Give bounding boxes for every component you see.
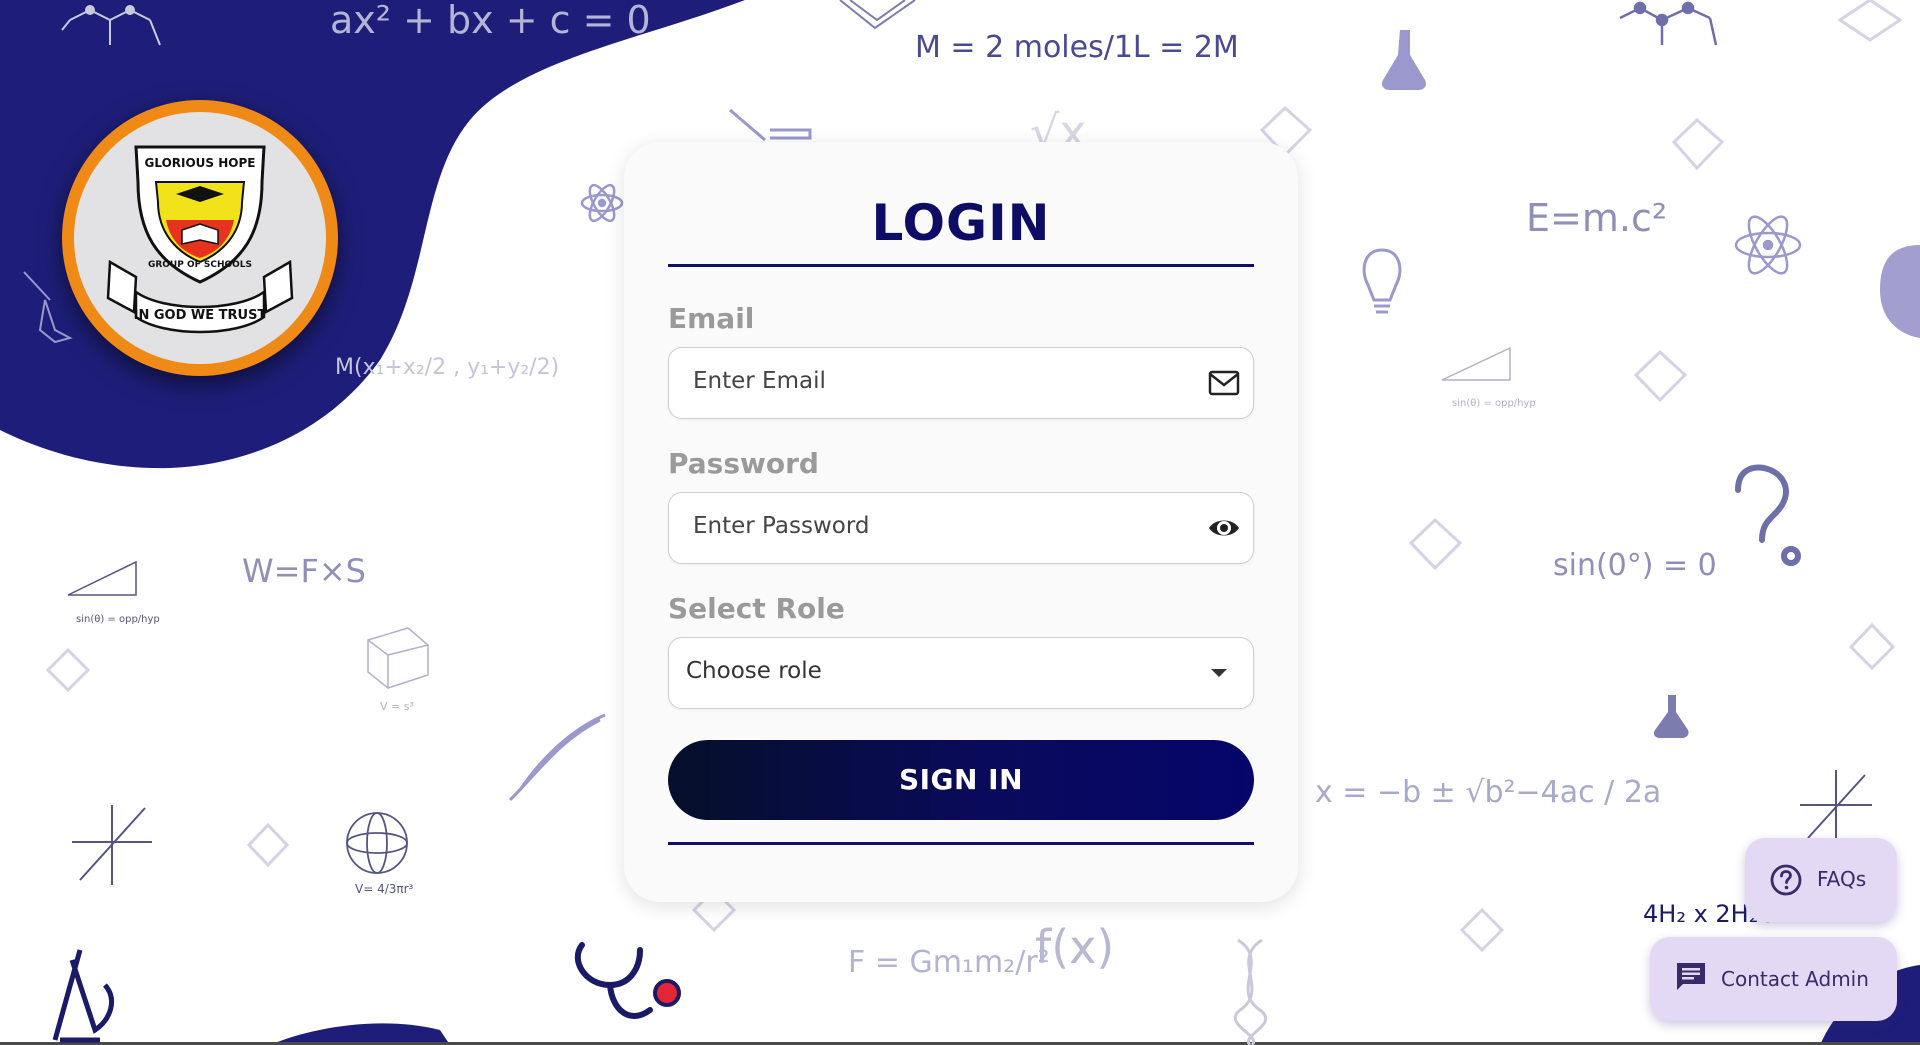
sign-in-button[interactable]: SIGN IN xyxy=(668,740,1254,820)
faqs-button[interactable]: FAQs xyxy=(1745,838,1897,922)
formula-gravity: F = Gm₁m₂/r² xyxy=(848,945,1050,980)
atom-icon-right xyxy=(1734,215,1802,275)
school-logo: GLORIOUS HOPE GROUP OF SCHOOLS IN GOD WE… xyxy=(62,100,338,376)
mail-icon xyxy=(1208,370,1240,396)
chat-icon xyxy=(1677,963,1705,990)
triangle-diagram-left xyxy=(67,560,137,596)
chevron-down-icon[interactable] xyxy=(1211,669,1227,677)
formula-midpoint: M(x₁+x₂/2 , y₁+y₂/2) xyxy=(335,355,560,380)
stethoscope-icon xyxy=(574,942,653,1019)
sign-in-label[interactable]: SIGN IN xyxy=(668,763,1254,796)
cube-icon xyxy=(367,627,429,689)
formula-sine-zero: sin(0°) = 0 xyxy=(1553,548,1717,583)
diamond-icon-top xyxy=(839,0,916,30)
login-title: LOGIN xyxy=(871,194,1051,252)
formula-volume-cube: V = s³ xyxy=(380,700,414,713)
dna-icon xyxy=(508,713,606,802)
eye-icon[interactable] xyxy=(1207,513,1241,543)
help-circle-icon xyxy=(1770,864,1802,896)
stethoscope-chestpiece xyxy=(653,979,681,1007)
question-icon xyxy=(1735,464,1801,566)
flask-icon-small xyxy=(1653,695,1689,738)
formula-sine-left: sin(θ) = opp/hyp xyxy=(76,614,160,625)
flask-icon xyxy=(1381,30,1427,90)
bottom-divider xyxy=(668,842,1254,845)
lilac-blob-right xyxy=(1880,245,1920,338)
sphere-icon xyxy=(346,812,408,874)
axes-icon-right xyxy=(1800,770,1872,840)
role-label: Select Role xyxy=(668,592,845,625)
formula-quadratic-roots: x = −b ± √b²−4ac / 2a xyxy=(1315,775,1662,810)
microscope-icon xyxy=(52,949,114,1043)
email-field[interactable]: Enter Email xyxy=(668,347,1254,419)
contact-admin-button[interactable]: Contact Admin xyxy=(1650,937,1897,1021)
logo-motto-text: IN GOD WE TRUST xyxy=(133,308,267,323)
school-crest: GLORIOUS HOPE GROUP OF SCHOOLS IN GOD WE… xyxy=(74,112,326,364)
password-label: Password xyxy=(668,447,819,480)
navy-blob-bottom-left xyxy=(270,1023,450,1045)
contact-admin-label[interactable]: Contact Admin xyxy=(1721,967,1869,991)
faqs-label[interactable]: FAQs xyxy=(1817,867,1866,891)
formula-volume-sphere: V= 4/3πr³ xyxy=(355,882,414,896)
molecule-icon-right xyxy=(1619,1,1718,46)
logo-name-text: GLORIOUS HOPE xyxy=(144,156,256,170)
formula-energy: E=m.c² xyxy=(1526,196,1668,240)
lightbulb-icon xyxy=(1362,248,1402,314)
crest-artwork xyxy=(106,145,294,334)
password-placeholder[interactable]: Enter Password xyxy=(693,513,869,539)
formula-sine-right: sin(θ) = opp/hyp xyxy=(1452,398,1536,409)
role-select[interactable]: Choose role xyxy=(668,637,1254,709)
formula-work: W=F×S xyxy=(242,552,366,590)
role-select-value[interactable]: Choose role xyxy=(686,658,822,684)
password-field[interactable]: Enter Password xyxy=(668,492,1254,564)
formula-quadratic: ax² + bx + c = 0 xyxy=(330,0,651,42)
dna-icon-bottom xyxy=(1233,938,1268,1045)
email-label: Email xyxy=(668,302,755,335)
title-divider xyxy=(668,264,1254,267)
login-card: LOGIN Email Enter Email Password Enter P… xyxy=(624,142,1298,902)
logo-subtitle-text: GROUP OF SCHOOLS xyxy=(147,260,253,270)
email-placeholder[interactable]: Enter Email xyxy=(693,368,826,394)
formula-molarity: M = 2 moles/1L = 2M xyxy=(915,30,1239,65)
axes-icon-left xyxy=(72,805,152,885)
atom-icon xyxy=(580,183,624,223)
triangle-diagram-right xyxy=(1441,346,1511,381)
formula-function: f(x) xyxy=(1035,920,1115,974)
